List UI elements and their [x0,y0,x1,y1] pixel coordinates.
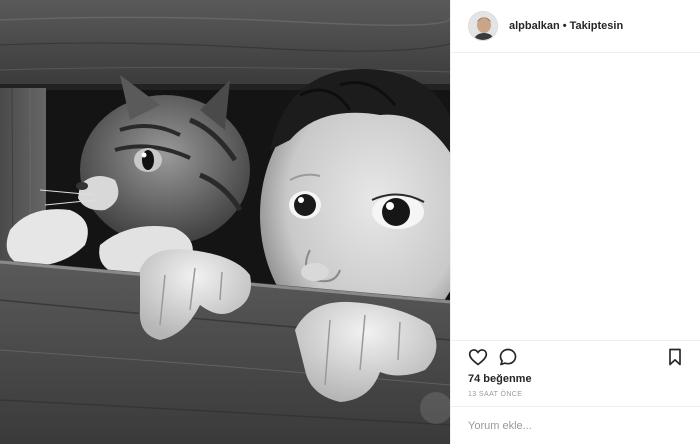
speech-bubble-icon-svg [499,348,517,366]
avatar-image [469,12,497,40]
post-side-panel: alpbalkan • Takiptesin 74 beğenme 13 SAA… [450,0,700,444]
post-photo[interactable] [0,0,450,444]
user-avatar-icon[interactable] [468,11,498,41]
post-timestamp: 13 SAAT ÖNCE [468,391,523,398]
follow-status-button[interactable]: Takiptesin [570,20,624,32]
add-comment-bar [451,406,700,444]
action-bar [451,340,700,370]
username-link[interactable]: alpbalkan [509,20,560,32]
comment-input[interactable] [468,419,668,432]
comments-area [451,54,700,338]
instagram-post: alpbalkan • Takiptesin 74 beğenme 13 SAA… [0,0,700,444]
bookmark-icon-svg [669,348,681,366]
likes-count[interactable]: 74 beğenme [468,373,532,385]
post-image [0,0,450,444]
speech-bubble-icon[interactable] [498,347,518,367]
heart-icon[interactable] [468,347,488,367]
user-line: alpbalkan • Takiptesin [509,20,623,32]
heart-icon-svg [468,349,488,366]
post-header: alpbalkan • Takiptesin [451,0,700,53]
bookmark-icon[interactable] [665,347,685,367]
separator-dot: • [562,20,567,32]
